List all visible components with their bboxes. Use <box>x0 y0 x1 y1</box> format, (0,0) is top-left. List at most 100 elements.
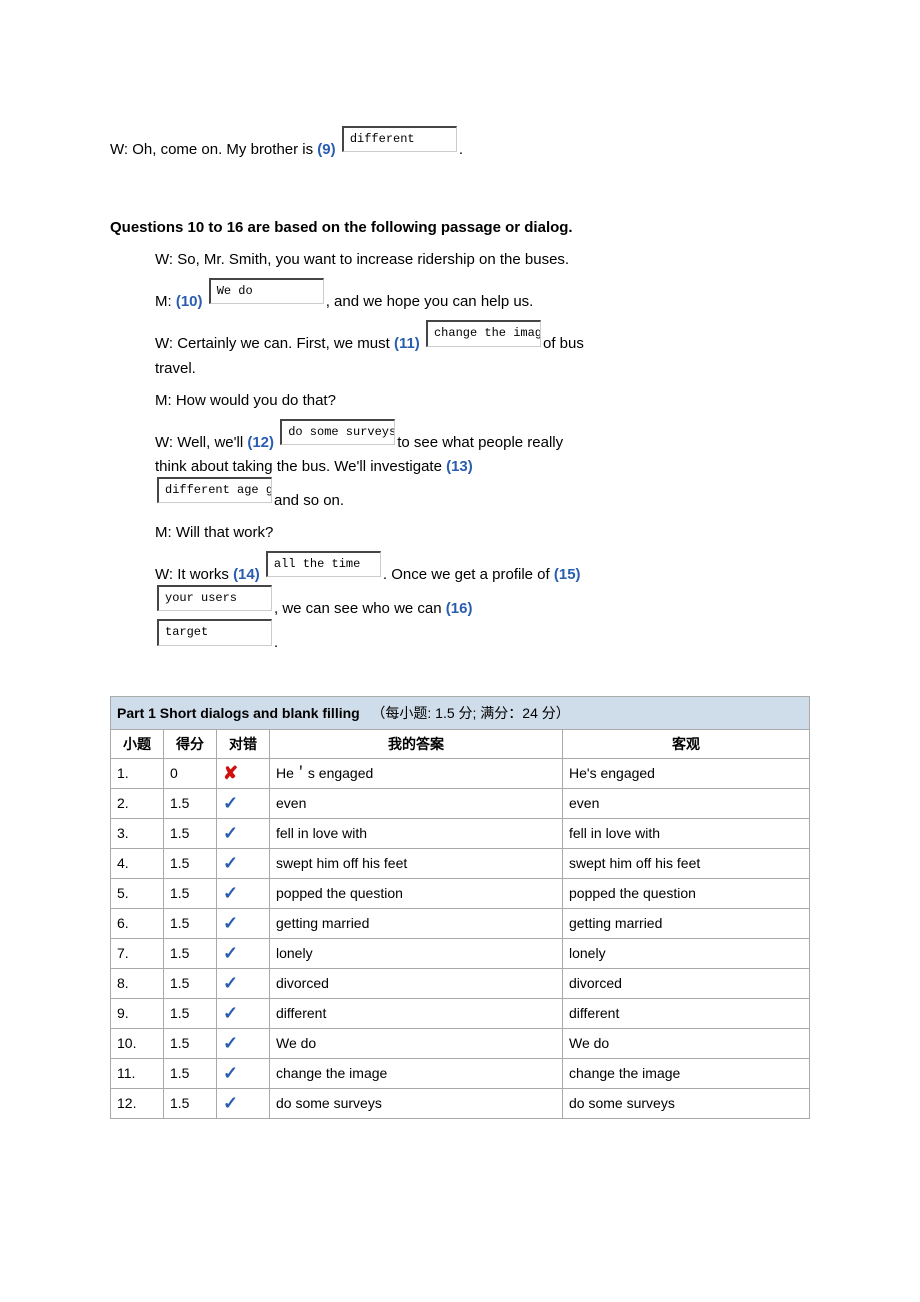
passage-2: Questions 10 to 16 are based on the foll… <box>110 217 585 655</box>
dialog-line: W: It works (14) all the time. Once we g… <box>155 553 585 656</box>
dialog-1: W: Oh, come on. My brother is (9) differ… <box>110 128 585 162</box>
check-icon: ✓ <box>223 853 238 873</box>
cell-mark: ✓ <box>217 968 270 998</box>
cell-question: 4. <box>111 848 164 878</box>
dialog-line: M: How would you do that? <box>155 389 585 413</box>
blank-input-14[interactable]: all the time <box>266 551 381 577</box>
cell-mark: ✓ <box>217 818 270 848</box>
table-row: 4.1.5✓swept him off his feetswept him of… <box>111 848 810 878</box>
cell-correct-answer: even <box>563 788 810 818</box>
cell-points: 1.5 <box>164 938 217 968</box>
cell-correct-answer: getting married <box>563 908 810 938</box>
check-icon: ✓ <box>223 1033 238 1053</box>
cell-points: 1.5 <box>164 848 217 878</box>
cell-question: 5. <box>111 878 164 908</box>
cell-question: 3. <box>111 818 164 848</box>
dialog-line: W: Oh, come on. My brother is (9) differ… <box>110 128 585 162</box>
cell-question: 1. <box>111 758 164 788</box>
blank-input-12[interactable]: do some surveys <box>280 419 395 445</box>
cell-points: 0 <box>164 758 217 788</box>
table-title: Part 1 Short dialogs and blank filling <box>117 705 360 721</box>
text: W: Oh, come on. My brother is <box>110 141 317 158</box>
cell-my-answer: different <box>270 998 563 1028</box>
page: W: Oh, come on. My brother is (9) differ… <box>0 0 920 1302</box>
table-header-row: Part 1 Short dialogs and blank filling （… <box>111 696 810 729</box>
question-number-16: (16) <box>446 600 473 617</box>
cell-question: 8. <box>111 968 164 998</box>
cell-correct-answer: We do <box>563 1028 810 1058</box>
cell-my-answer: We do <box>270 1028 563 1058</box>
table-subtitle: （每小题: 1.5 分; 满分：24 分） <box>371 705 569 721</box>
col-points: 得分 <box>164 729 217 758</box>
question-number-13: (13) <box>446 458 473 475</box>
table-row: 12.1.5✓do some surveysdo some surveys <box>111 1088 810 1118</box>
dialog-line: W: Certainly we can. First, we must (11)… <box>155 322 585 380</box>
dialog-line: M: Will that work? <box>155 521 585 545</box>
table-row: 9.1.5✓differentdifferent <box>111 998 810 1028</box>
cell-my-answer: divorced <box>270 968 563 998</box>
cell-question: 7. <box>111 938 164 968</box>
table-column-header-row: 小题 得分 对错 我的答案 客观 <box>111 729 810 758</box>
question-number-10: (10) <box>176 293 203 310</box>
check-icon: ✓ <box>223 823 238 843</box>
cell-my-answer: popped the question <box>270 878 563 908</box>
cell-my-answer: getting married <box>270 908 563 938</box>
text: , and we hope you can help us. <box>326 293 534 310</box>
col-mark: 对错 <box>217 729 270 758</box>
table-row: 1.0 ✘ He＇s engagedHe's engaged <box>111 758 810 788</box>
cell-points: 1.5 <box>164 818 217 848</box>
text: . Once we get a profile of <box>383 566 554 583</box>
cell-mark: ✓ <box>217 908 270 938</box>
check-icon: ✓ <box>223 1003 238 1023</box>
text: M: <box>155 293 176 310</box>
blank-input-13[interactable]: different age g <box>157 477 272 503</box>
question-number-15: (15) <box>554 566 581 583</box>
cell-my-answer: do some surveys <box>270 1088 563 1118</box>
cell-correct-answer: fell in love with <box>563 818 810 848</box>
cell-mark: ✓ <box>217 878 270 908</box>
cell-points: 1.5 <box>164 908 217 938</box>
col-question: 小题 <box>111 729 164 758</box>
table-row: 7.1.5✓lonelylonely <box>111 938 810 968</box>
table-row: 5.1.5✓popped the questionpopped the ques… <box>111 878 810 908</box>
cell-mark: ✓ <box>217 848 270 878</box>
cell-mark: ✓ <box>217 1028 270 1058</box>
cell-correct-answer: divorced <box>563 968 810 998</box>
cell-correct-answer: do some surveys <box>563 1088 810 1118</box>
cell-my-answer: change the image <box>270 1058 563 1088</box>
cell-correct-answer: popped the question <box>563 878 810 908</box>
cell-correct-answer: lonely <box>563 938 810 968</box>
table-row: 2.1.5✓eveneven <box>111 788 810 818</box>
check-icon: ✓ <box>223 883 238 903</box>
text: W: It works <box>155 566 233 583</box>
check-icon: ✓ <box>223 943 238 963</box>
blank-input-11[interactable]: change the imag <box>426 320 541 346</box>
cell-correct-answer: He's engaged <box>563 758 810 788</box>
table-row: 11.1.5✓change the imagechange the image <box>111 1058 810 1088</box>
table-row: 10.1.5✓We doWe do <box>111 1028 810 1058</box>
cell-mark: ✓ <box>217 1088 270 1118</box>
table-title-cell: Part 1 Short dialogs and blank filling （… <box>111 696 810 729</box>
blank-input-16[interactable]: target <box>157 619 272 645</box>
check-icon: ✓ <box>223 793 238 813</box>
cell-points: 1.5 <box>164 788 217 818</box>
cell-points: 1.5 <box>164 968 217 998</box>
table-row: 3.1.5✓fell in love withfell in love with <box>111 818 810 848</box>
col-correct-answer: 客观 <box>563 729 810 758</box>
cell-my-answer: He＇s engaged <box>270 758 563 788</box>
blank-input-10[interactable]: We do <box>209 278 324 304</box>
dialog-line: M: (10) We do, and we hope you can help … <box>155 280 585 314</box>
blank-input-9[interactable]: different <box>342 126 457 152</box>
dialog-line: W: Well, we'll (12) do some surveysto se… <box>155 421 585 513</box>
cell-points: 1.5 <box>164 998 217 1028</box>
cross-icon: ✘ <box>223 763 238 783</box>
check-icon: ✓ <box>223 1093 238 1113</box>
question-number-14: (14) <box>233 566 260 583</box>
cell-points: 1.5 <box>164 1088 217 1118</box>
blank-input-15[interactable]: your users <box>157 585 272 611</box>
cell-mark: ✓ <box>217 1058 270 1088</box>
results-table: Part 1 Short dialogs and blank filling （… <box>110 696 810 1119</box>
cell-correct-answer: different <box>563 998 810 1028</box>
text: W: Well, we'll <box>155 434 247 451</box>
dialog-2: W: So, Mr. Smith, you want to increase r… <box>155 248 585 655</box>
